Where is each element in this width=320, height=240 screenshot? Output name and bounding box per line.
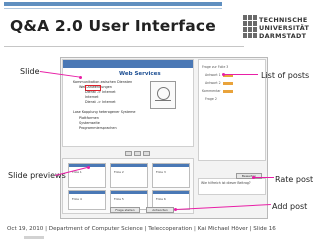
- annotation-rate-post: Rate post: [275, 175, 314, 184]
- post-label: Frage zur Folie 3: [202, 65, 229, 69]
- slide-bullet: Dienst -> Internet: [85, 100, 116, 104]
- thumb-label: Folie 4: [72, 197, 82, 201]
- ask-question-button[interactable]: Frage stellen: [110, 207, 140, 213]
- rate-prompt: Wie hilfreich ist dieser Beitrag?: [201, 181, 251, 185]
- zoom-button[interactable]: [143, 151, 150, 156]
- post-label: Antwort 1: [205, 73, 221, 77]
- annotation-list-of-posts: List of posts: [261, 71, 310, 80]
- list-item[interactable]: Antwort 2: [205, 80, 265, 86]
- annotation-slide: Slide: [20, 67, 40, 76]
- title-divider: [4, 46, 244, 47]
- slide-header-bar: [63, 60, 193, 68]
- rate-post-button[interactable]: Bewerten: [236, 173, 262, 179]
- slide-bullet: Kommunikation zwischen Diensten: [73, 80, 133, 84]
- annotation-pointer-dot: [222, 73, 225, 76]
- annotation-pointer: [224, 74, 258, 75]
- list-item[interactable]: Kommentar: [202, 88, 262, 94]
- reply-button[interactable]: Antworten: [146, 207, 174, 213]
- footer-divider: [24, 236, 44, 239]
- slide-bullet: Lose Kopplung heterogener Systeme: [73, 110, 136, 114]
- list-item[interactable]: Frage 2: [205, 96, 265, 102]
- slide-bullet: Systemseite: [79, 121, 100, 125]
- slide-footer: Oct 19, 2010 | Department of Computer Sc…: [7, 226, 276, 232]
- post-label: Kommentar: [202, 89, 221, 93]
- thumb-label: Folie 2: [114, 170, 124, 174]
- slide-bullet: Dienst -> Internet: [85, 90, 116, 94]
- logo-mark: [243, 15, 257, 39]
- slide-bullet: Programmiersprachen: [79, 126, 117, 130]
- annotation-pointer-dot: [79, 76, 82, 79]
- slide-thumbnail[interactable]: Folie 2: [110, 163, 148, 188]
- slide-bullet: Internet: [85, 95, 99, 99]
- slide-bullet: Plattformen: [79, 116, 99, 120]
- slide-view[interactable]: Web Services Kommunikation zwischen Dien…: [62, 59, 194, 147]
- header-bar: [4, 2, 222, 6]
- post-tag: [222, 89, 233, 93]
- thumb-label: Folie 3: [156, 170, 166, 174]
- header-bar-line: [4, 8, 222, 9]
- page-title: Q&A 2.0 User Interface: [10, 17, 216, 35]
- next-slide-button[interactable]: [134, 151, 141, 156]
- post-label: Antwort 2: [205, 81, 221, 85]
- annotation-pointer: [254, 177, 274, 178]
- slide-thumbnail[interactable]: Folie 3: [152, 163, 190, 188]
- annotation-pointer-dot: [87, 166, 90, 169]
- prev-slide-button[interactable]: [125, 151, 132, 156]
- logo-line-2: UNIVERSITÄT: [259, 24, 310, 32]
- thumb-label: Folie 6: [156, 197, 166, 201]
- slide-previews-panel[interactable]: Folie 1 Folie 2 Folie 3 Folie 4 Folie 5 …: [62, 158, 194, 214]
- university-logo: TECHNISCHE UNIVERSITÄT DARMSTADT: [243, 5, 317, 47]
- thumb-label: Folie 5: [114, 197, 124, 201]
- slide-figure-icon: [150, 81, 176, 109]
- logo-line-1: TECHNISCHE: [259, 16, 308, 24]
- annotation-pointer-dot: [252, 176, 255, 179]
- slide-heading: Web Services: [119, 71, 161, 77]
- slide-thumbnail[interactable]: Folie 4: [68, 190, 106, 210]
- post-tag: [222, 81, 233, 85]
- annotation-add-post: Add post: [272, 202, 308, 211]
- post-label: Frage 2: [205, 97, 217, 101]
- rate-post-panel[interactable]: Wie hilfreich ist dieser Beitrag?: [198, 178, 266, 195]
- list-item[interactable]: Antwort 1: [205, 72, 265, 78]
- annotation-pointer-dot: [174, 208, 177, 211]
- list-item[interactable]: Frage zur Folie 3: [202, 64, 262, 70]
- logo-line-3: DARMSTADT: [259, 32, 307, 40]
